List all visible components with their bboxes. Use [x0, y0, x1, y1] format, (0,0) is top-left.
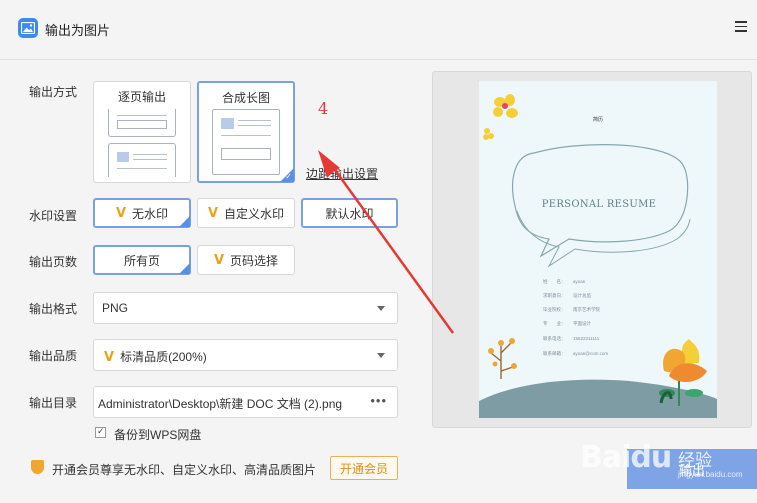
- custom-watermark-option[interactable]: V 自定义水印: [197, 198, 295, 228]
- long-image-output-label: 合成长图: [221, 91, 270, 105]
- resume-row: 求职意向： 设计总监: [543, 293, 591, 298]
- resume-preview: 简历 PERSONAL RESUME 姓 名： ayuan 求职意向： 设计总监 毕…: [479, 81, 717, 418]
- page-thumbnail-icon: [108, 109, 176, 137]
- resume-row: 联系电话： 15622211111: [543, 336, 600, 341]
- all-pages-label: 所有页: [123, 253, 160, 268]
- quality-value: 标清品质(200%): [120, 350, 207, 364]
- dialog-title: 输出为图片: [45, 23, 111, 38]
- page-select-label: 页码选择: [230, 253, 279, 268]
- chevron-down-icon: [377, 353, 385, 358]
- resume-illustration: [479, 94, 717, 418]
- checkmark-icon: ✓: [285, 172, 292, 181]
- checkmark-icon: ✓: [97, 426, 105, 436]
- no-watermark-option[interactable]: V 无水印: [93, 198, 191, 228]
- format-value: PNG: [102, 301, 129, 315]
- default-watermark-label: 默认水印: [325, 206, 374, 221]
- pages-label: 输出页数: [29, 255, 78, 269]
- selected-corner-icon: [179, 263, 190, 274]
- long-image-output-option[interactable]: 合成长图 ✓: [197, 81, 295, 183]
- vip-icon: V: [104, 350, 115, 365]
- per-page-output-label: 逐页输出: [117, 90, 166, 104]
- selected-corner-icon: [179, 216, 190, 227]
- format-label: 输出格式: [29, 302, 78, 316]
- default-watermark-option[interactable]: 默认水印: [301, 198, 398, 228]
- page-select-option[interactable]: V 页码选择: [197, 245, 295, 275]
- watermark-url: jingyan.baidu.com: [678, 470, 743, 479]
- directory-label: 输出目录: [29, 396, 78, 410]
- watermark-label: 水印设置: [29, 209, 78, 223]
- hamburger-menu-icon[interactable]: [735, 21, 747, 32]
- vip-icon: V: [213, 252, 225, 268]
- watermark-cn: 经验: [678, 451, 712, 470]
- annotation-number: 4: [318, 99, 329, 118]
- backup-label: 备份到WPS网盘: [114, 428, 202, 442]
- vip-icon: V: [207, 205, 219, 221]
- chevron-down-icon: [377, 306, 385, 311]
- resume-row: 姓 名： ayuan: [543, 279, 586, 284]
- page-thumbnail-icon: [108, 143, 176, 177]
- resume-row: 毕业院校： 南京艺术学院: [543, 307, 600, 312]
- vip-shield-icon: [31, 460, 44, 474]
- vip-icon: V: [115, 205, 127, 221]
- per-page-output-option[interactable]: 逐页输出: [93, 81, 191, 183]
- output-directory-field[interactable]: Administrator\Desktop\新建 DOC 文档 (2).png …: [93, 386, 398, 418]
- image-icon: [18, 18, 38, 38]
- custom-watermark-label: 自定义水印: [224, 206, 285, 221]
- no-watermark-label: 无水印: [132, 206, 169, 221]
- format-dropdown[interactable]: PNG: [93, 292, 398, 324]
- title-bar: 输出为图片: [0, 0, 757, 60]
- promo-text: 开通会员尊享无水印、自定义水印、高清品质图片: [52, 463, 317, 477]
- resume-row: 专 业： 平面设计: [543, 321, 591, 326]
- margin-output-settings-link[interactable]: 边距输出设置: [306, 165, 378, 182]
- open-membership-button[interactable]: 开通会员: [330, 456, 398, 480]
- baidu-watermark: Baidu: [580, 440, 672, 475]
- quality-dropdown[interactable]: V 标清品质(200%): [93, 339, 398, 371]
- browse-more-button[interactable]: •••: [370, 393, 387, 408]
- resume-header: 简历: [592, 117, 603, 123]
- quality-label: 输出品质: [29, 349, 78, 363]
- output-mode-label: 输出方式: [29, 85, 78, 99]
- output-directory-value: Administrator\Desktop\新建 DOC 文档 (2).png: [98, 397, 343, 411]
- backup-checkbox[interactable]: ✓: [95, 426, 106, 438]
- resume-row: 联系邮箱： ayuan@com.com: [543, 351, 609, 356]
- long-page-thumbnail-icon: [212, 109, 280, 175]
- resume-title: PERSONAL RESUME: [541, 199, 657, 210]
- all-pages-option[interactable]: 所有页: [93, 245, 191, 275]
